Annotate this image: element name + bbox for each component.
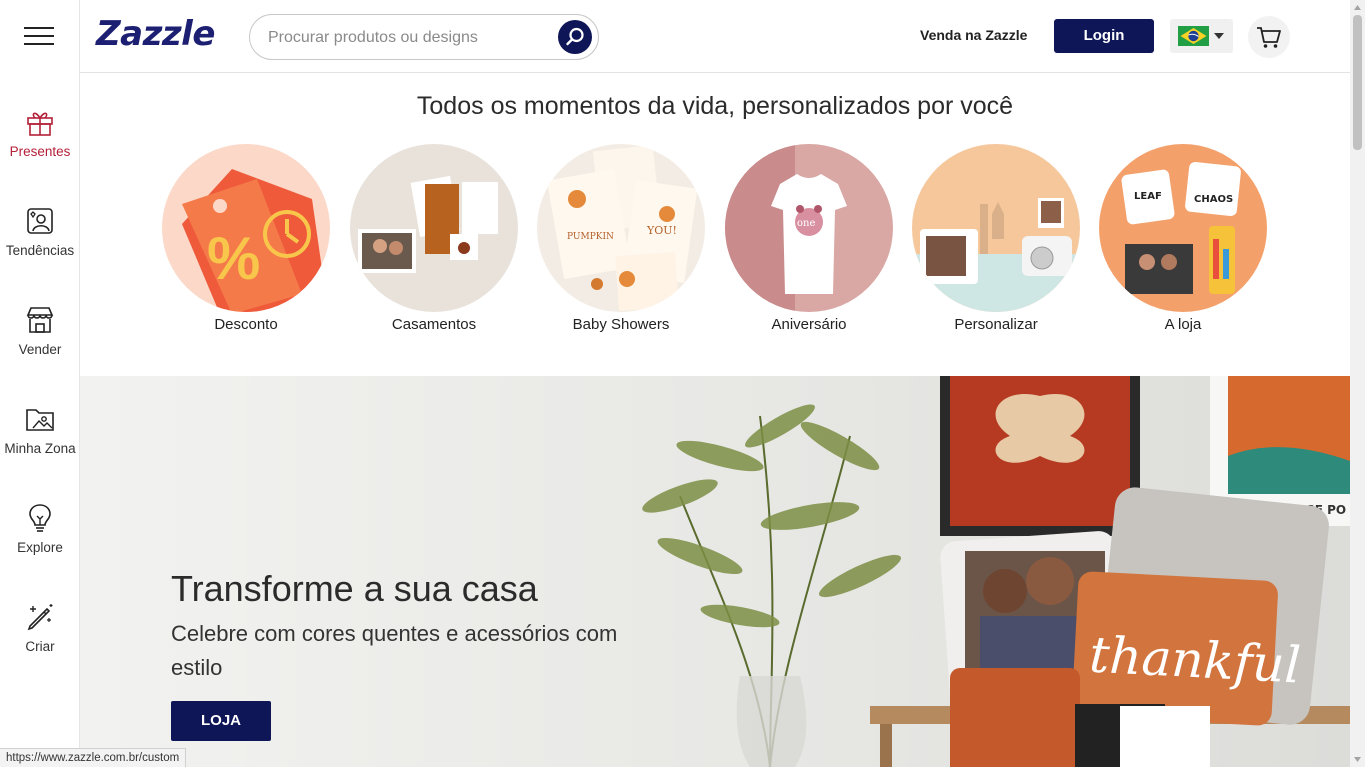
category-label: Aniversário	[771, 316, 847, 333]
sidebar-item-label: Criar	[25, 639, 55, 654]
sidebar-item-vender[interactable]: Vender	[0, 304, 80, 384]
sidebar-item-label: Explore	[17, 540, 63, 555]
search-button[interactable]	[558, 20, 592, 54]
sidebar-item-label: Tendências	[5, 243, 75, 258]
category-baby-showers[interactable]: PUMPKIN YOU! Baby Showers	[537, 144, 705, 333]
login-button[interactable]: Login	[1054, 19, 1154, 53]
svg-text:%: %	[207, 225, 260, 292]
shop-button[interactable]: LOJA	[171, 701, 271, 741]
folder-image-icon	[26, 409, 54, 431]
hero-subtitle: Celebre com cores quentes e acessórios c…	[171, 621, 618, 680]
category-image: LEAF CHAOS	[1099, 144, 1267, 312]
search-bar	[249, 14, 599, 60]
svg-text:PUMPKIN: PUMPKIN	[567, 232, 614, 242]
svg-text:one: one	[797, 218, 815, 229]
categories-title: Todos os momentos da vida, personalizado…	[416, 92, 1014, 120]
sidebar-item-tendencias[interactable]: Tendências	[0, 205, 80, 285]
category-image: PUMPKIN YOU!	[537, 144, 705, 312]
category-label: Casamentos	[391, 316, 477, 333]
country-selector[interactable]	[1170, 19, 1233, 53]
status-bar-url: https://www.zazzle.com.br/custom	[0, 748, 187, 767]
category-image	[912, 144, 1080, 312]
scrollbar-thumb[interactable]	[1353, 15, 1362, 150]
vertical-scrollbar[interactable]	[1350, 0, 1365, 767]
category-label: A loja	[1164, 316, 1202, 333]
category-personalizar[interactable]: Personalizar	[912, 144, 1080, 333]
hamburger-menu-icon[interactable]	[24, 27, 56, 47]
category-a-loja[interactable]: LEAF CHAOS A loja	[1099, 144, 1267, 333]
sidebar-item-label: Vender	[18, 342, 62, 357]
store-icon	[26, 307, 54, 333]
magic-pen-icon	[27, 604, 53, 631]
sidebar: Presentes Tendências Vender Minha Zona E…	[0, 0, 80, 767]
sidebar-item-label: Minha Zona	[4, 441, 76, 456]
category-desconto[interactable]: % Desconto	[162, 144, 330, 333]
svg-text:YOU!: YOU!	[646, 224, 677, 237]
lightbulb-icon	[29, 504, 51, 532]
sidebar-item-label: Presentes	[9, 144, 71, 159]
hero-title: Transforme a sua casa	[171, 568, 538, 609]
search-input[interactable]	[268, 27, 538, 49]
cart-button[interactable]	[1248, 16, 1290, 58]
sidebar-item-minha-zona[interactable]: Minha Zona	[0, 403, 80, 483]
scroll-up-arrow-icon[interactable]	[1353, 3, 1362, 13]
search-icon	[566, 27, 584, 46]
brazil-flag-icon	[1178, 26, 1209, 46]
svg-text:CHAOS: CHAOS	[1194, 194, 1233, 205]
category-image: one	[725, 144, 893, 312]
svg-text:thankful: thankful	[1088, 626, 1302, 695]
trending-profile-icon	[27, 208, 53, 234]
scroll-down-arrow-icon[interactable]	[1353, 754, 1362, 764]
page: Presentes Tendências Vender Minha Zona E…	[0, 0, 1365, 767]
category-casamentos[interactable]: Casamentos	[350, 144, 518, 333]
gift-icon	[27, 112, 53, 136]
category-label: Baby Showers	[572, 316, 670, 333]
chevron-down-icon	[1214, 33, 1224, 39]
cart-icon	[1257, 27, 1281, 48]
category-image: %	[162, 144, 330, 312]
sidebar-item-presentes[interactable]: Presentes	[0, 106, 80, 186]
svg-text:LEAF: LEAF	[1134, 191, 1162, 202]
hero-banner: DEAD HORSE PO	[80, 376, 1350, 767]
sidebar-item-criar[interactable]: Criar	[0, 601, 80, 681]
sidebar-item-explore[interactable]: Explore	[0, 502, 80, 582]
zazzle-logo[interactable]: Zazzle	[96, 14, 215, 54]
category-label: Personalizar	[954, 316, 1038, 333]
category-aniversario[interactable]: one Aniversário	[725, 144, 893, 333]
header: Zazzle Venda na Zazzle Login	[80, 0, 1350, 73]
category-image	[350, 144, 518, 312]
sell-on-zazzle-link[interactable]: Venda na Zazzle	[920, 27, 1027, 43]
category-label: Desconto	[214, 316, 278, 333]
